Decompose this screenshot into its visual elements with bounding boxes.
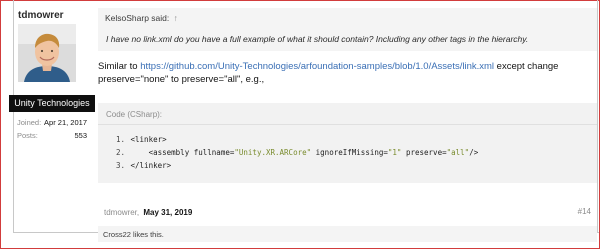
code-content: 1. <linker> 2. <assembly fullname="Unity.… <box>116 133 478 172</box>
code-divider <box>98 124 597 125</box>
post-divider <box>13 0 14 232</box>
post-divider-right <box>597 0 598 233</box>
post-author[interactable]: tdmowrer, <box>104 208 139 217</box>
code-block: Code (CSharp): 1. <linker> 2. <assembly f… <box>98 103 597 183</box>
code-title: Code (CSharp): <box>106 110 163 119</box>
user-title-badge: Unity Technologies <box>9 95 95 112</box>
quote-attribution: KelsoSharp said: ↑ <box>105 13 178 23</box>
message-body: Similar to https://github.com/Unity-Tech… <box>98 60 588 86</box>
line-text: ignoreIfMissing= <box>311 148 388 157</box>
avatar[interactable] <box>18 24 76 82</box>
joined-label: Joined: <box>17 118 42 127</box>
quote-block: KelsoSharp said: ↑ I have no link.xml do… <box>98 8 597 51</box>
line-string: "1" <box>387 148 402 157</box>
post-date[interactable]: May 31, 2019 <box>143 208 192 217</box>
line-text: <linker> <box>130 135 167 144</box>
username-link[interactable]: tdmowrer <box>18 10 64 21</box>
message-prefix: Similar to <box>98 61 141 72</box>
line-text: /> <box>469 148 479 157</box>
line-text: </linker> <box>130 161 172 170</box>
quote-text: I have no link.xml do you have a full ex… <box>106 34 529 44</box>
posts-value[interactable]: 553 <box>74 131 87 140</box>
code-line: 1. <linker> <box>116 133 478 146</box>
line-number: 2. <box>116 148 126 157</box>
code-line: 3. </linker> <box>116 159 478 172</box>
quote-author: KelsoSharp said: <box>105 13 170 23</box>
line-number: 3. <box>116 161 126 170</box>
likes-text[interactable]: Cross22 likes this. <box>103 230 164 239</box>
user-posts: Posts: 553 <box>17 131 87 140</box>
posts-label: Posts: <box>17 131 38 140</box>
likes-summary: Cross22 likes this. <box>98 226 597 242</box>
avatar-image <box>18 24 76 82</box>
quote-jump-icon[interactable]: ↑ <box>174 13 178 23</box>
line-string: "Unity.XR.ARCore" <box>234 148 312 157</box>
joined-value: Apr 21, 2017 <box>44 118 87 127</box>
line-string: "all" <box>446 148 470 157</box>
link-xml-link[interactable]: https://github.com/Unity-Technologies/ar… <box>140 61 494 72</box>
code-line: 2. <assembly fullname="Unity.XR.ARCore" … <box>116 146 478 159</box>
post-meta: tdmowrer, May 31, 2019 <box>104 208 192 217</box>
line-text: <assembly fullname= <box>130 148 235 157</box>
post-number-link[interactable]: #14 <box>578 207 591 216</box>
line-number: 1. <box>116 135 126 144</box>
line-text: preserve= <box>401 148 447 157</box>
user-joined: Joined: Apr 21, 2017 <box>17 118 87 127</box>
